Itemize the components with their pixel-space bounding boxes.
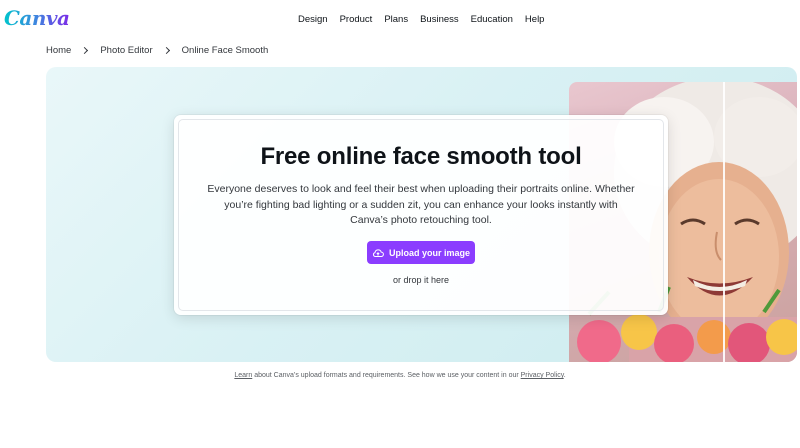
breadcrumb: Home Photo Editor Online Face Smooth (46, 45, 268, 56)
breadcrumb-photo-editor[interactable]: Photo Editor (100, 45, 152, 56)
chevron-right-icon (162, 46, 170, 55)
breadcrumb-home[interactable]: Home (46, 45, 71, 56)
footnote-text: about Canva’s upload formats and require… (252, 372, 521, 379)
upload-footnote: Learn about Canva’s upload formats and r… (0, 372, 800, 379)
canva-logo[interactable]: Canva (4, 6, 70, 30)
cloud-upload-icon (373, 248, 384, 257)
nav-item-product[interactable]: Product (340, 14, 373, 25)
hero-banner: Free online face smooth tool Everyone de… (46, 67, 797, 362)
nav-item-plans[interactable]: Plans (384, 14, 408, 25)
breadcrumb-current-page: Online Face Smooth (181, 45, 269, 56)
learn-link[interactable]: Learn (234, 372, 252, 379)
footnote-end: . (563, 372, 566, 379)
page-title: Free online face smooth tool (260, 143, 582, 170)
nav-item-design[interactable]: Design (298, 14, 328, 25)
top-navigation-bar: Canva Design Product Plans Business Educ… (0, 0, 800, 40)
nav-item-help[interactable]: Help (525, 14, 545, 25)
chevron-right-icon (81, 46, 89, 55)
nav-item-education[interactable]: Education (471, 14, 513, 25)
hero-description: Everyone deserves to look and feel their… (207, 183, 635, 226)
before-after-divider[interactable] (723, 82, 725, 362)
privacy-policy-link[interactable]: Privacy Policy (521, 372, 564, 379)
upload-button-label: Upload your image (388, 247, 470, 258)
upload-image-button[interactable]: Upload your image (367, 241, 475, 264)
upload-card: Free online face smooth tool Everyone de… (174, 115, 668, 315)
main-nav: Design Product Plans Business Education … (298, 14, 556, 25)
drop-hint: or drop it here (392, 275, 450, 285)
nav-item-business[interactable]: Business (420, 14, 459, 25)
